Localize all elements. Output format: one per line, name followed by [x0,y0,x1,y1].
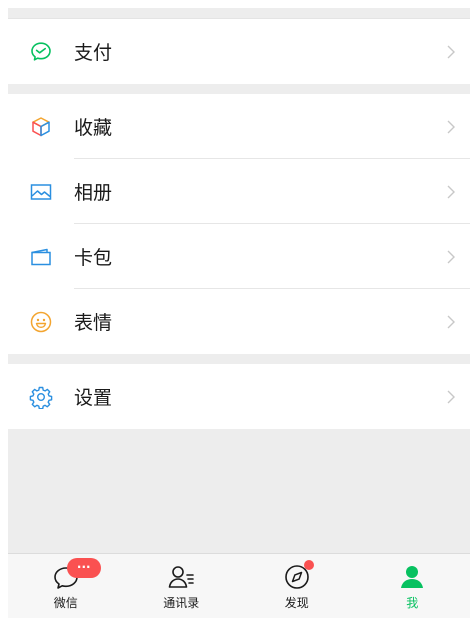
person-icon [397,562,427,592]
picture-icon [28,179,54,205]
tab-chats[interactable]: ··· 微信 [8,554,124,618]
menu-item-stickers[interactable]: 表情 [8,289,470,354]
tab-label: 微信 [53,596,78,610]
gear-icon [28,384,54,410]
tab-label: 通讯录 [163,596,200,610]
chevron-right-icon [447,45,455,58]
tab-me[interactable]: 我 [355,554,470,618]
chevron-right-icon [447,120,455,133]
chevron-right-icon [447,315,455,328]
menu-group-main: 收藏 相册 卡包 表情 [8,94,470,354]
tab-label: 我 [406,596,419,610]
notification-dot [303,560,314,570]
menu-item-cards[interactable]: 卡包 [8,224,470,289]
bottom-tab-bar: ··· 微信 通讯录 发现 我 [8,553,470,618]
menu-item-label: 相册 [74,182,113,204]
menu-item-label: 表情 [74,312,113,334]
cube-icon [28,114,54,140]
contacts-icon [166,562,196,592]
chevron-right-icon [447,250,455,263]
compass-icon [282,560,314,592]
menu-item-label: 支付 [74,42,113,64]
tab-discover[interactable]: 发现 [239,554,355,618]
chevron-right-icon [447,390,455,403]
menu-item-settings[interactable]: 设置 [8,364,470,429]
chat-bubble-icon: ··· [51,558,101,592]
tab-contacts[interactable]: 通讯录 [124,554,240,618]
menu-item-favorites[interactable]: 收藏 [8,94,470,159]
menu-group-pay: 支付 [8,19,470,84]
section-gap [8,354,470,364]
menu-item-pay[interactable]: 支付 [8,19,470,84]
unread-badge: ··· [66,558,101,578]
section-gap [8,84,470,94]
menu-item-label: 收藏 [74,117,113,139]
wechat-pay-icon [28,39,54,65]
wallet-icon [28,244,54,270]
smiley-icon [28,309,54,335]
chevron-right-icon [447,185,455,198]
top-strip [8,8,470,19]
me-screen: 支付 收藏 相册 卡包 表情 设置 ··· 微信 通讯录 发现 我 [8,8,470,618]
menu-item-album[interactable]: 相册 [8,159,470,224]
menu-item-label: 卡包 [74,247,113,269]
menu-item-label: 设置 [74,387,113,409]
menu-group-settings: 设置 [8,364,470,429]
tab-label: 发现 [284,596,309,610]
